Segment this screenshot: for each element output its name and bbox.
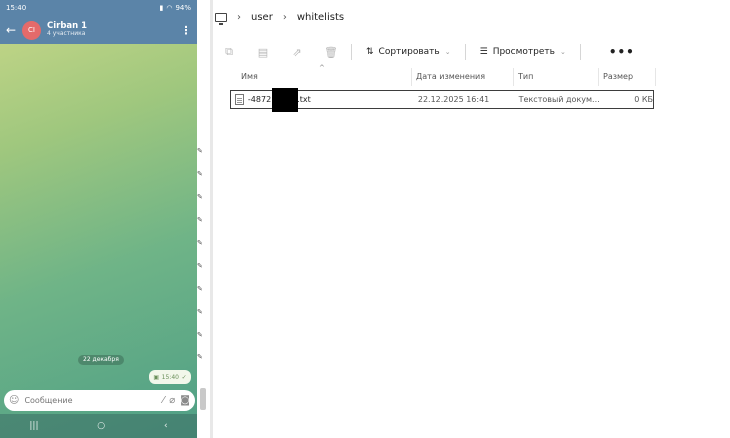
file-explorer: › user › whitelists ⧉ ▤ ⇗ 🗑 ⇅ Сортироват… xyxy=(213,0,730,438)
text-file-icon xyxy=(235,94,244,105)
read-check-icon: ✓ xyxy=(181,373,187,381)
view-label: Просмотреть xyxy=(492,47,555,57)
phone-status-bar: 15:40 ▮ ◠ 94% xyxy=(0,0,197,16)
rename-icon[interactable]: ▤ xyxy=(253,46,273,59)
message-time: 15:40 xyxy=(161,373,179,381)
message-bubble[interactable]: ▣ 15:40 ✓ xyxy=(149,370,191,384)
signal-icon: ▮ xyxy=(159,4,164,12)
home-icon[interactable]: ○ xyxy=(97,421,105,431)
chevron-down-icon: ⌄ xyxy=(559,48,566,56)
view-button[interactable]: ☰ Просмотреть ⌄ xyxy=(476,47,570,57)
pin-icon[interactable]: ✎ xyxy=(197,239,203,247)
file-name: -4872 .txt xyxy=(247,88,416,112)
pin-icon[interactable]: ✎ xyxy=(197,170,203,178)
sort-button[interactable]: ⇅ Сортировать ⌄ xyxy=(362,47,455,57)
pin-icon[interactable]: ✎ xyxy=(197,308,203,316)
redaction-box xyxy=(271,88,298,112)
back-arrow-icon[interactable]: ← xyxy=(0,23,22,37)
chat-members-count: 4 участника xyxy=(47,30,86,38)
breadcrumb-whitelists[interactable]: whitelists xyxy=(297,12,344,23)
pin-icon[interactable]: ✎ xyxy=(197,285,203,293)
command-icon[interactable]: ⁄ xyxy=(163,395,165,406)
file-name-end: .txt xyxy=(297,95,311,104)
nav-back-icon[interactable]: ‹ xyxy=(164,421,168,431)
copy-icon[interactable]: ⧉ xyxy=(219,45,239,59)
file-date: 22.12.2025 16:41 xyxy=(417,95,490,104)
pin-icon[interactable]: ✎ xyxy=(197,331,203,339)
column-header-size[interactable]: Размер xyxy=(599,68,656,86)
toolbar-separator xyxy=(351,44,352,60)
chevron-right-icon[interactable]: › xyxy=(237,12,241,23)
column-headers: Имя Дата изменения Тип Размер xyxy=(231,68,656,86)
file-row[interactable]: -4872 .txt 22.12.2025 16:41 Текстовый док… xyxy=(230,88,654,112)
pin-icon[interactable]: ✎ xyxy=(197,216,203,224)
address-bar[interactable]: › user › whitelists xyxy=(213,0,730,34)
column-header-date[interactable]: Дата изменения xyxy=(412,68,514,86)
pin-icon[interactable]: ✎ xyxy=(197,353,203,361)
wifi-icon: ◠ xyxy=(166,4,173,12)
camera-icon[interactable]: ◙ xyxy=(180,395,190,406)
chevron-down-icon: ⌄ xyxy=(444,48,451,56)
quick-access-strip: ✎ ✎ ✎ ✎ ✎ ✎ ✎ ✎ ✎ ✎ xyxy=(197,0,210,438)
toolbar-separator xyxy=(579,44,581,60)
chevron-right-icon[interactable]: › xyxy=(283,12,287,23)
file-message-icon: ▣ xyxy=(153,373,159,381)
share-icon[interactable]: ⇗ xyxy=(287,46,307,59)
nav-pane-scrollbar[interactable] xyxy=(200,388,206,410)
telegram-phone-window: 15:40 ▮ ◠ 94% ← CI Cirban 1 4 участника … xyxy=(0,0,197,438)
pin-icon[interactable]: ✎ xyxy=(197,262,203,270)
date-divider: 22 декабря xyxy=(78,355,124,365)
more-vertical-icon[interactable]: ⋮ xyxy=(175,24,197,37)
toolbar-separator xyxy=(464,44,466,60)
sort-icon: ⇅ xyxy=(366,47,374,57)
file-size: 0 КБ xyxy=(634,95,654,104)
this-pc-icon[interactable] xyxy=(215,12,227,25)
chat-header: ← CI Cirban 1 4 участника ⋮ xyxy=(0,16,197,44)
more-options-button[interactable]: ••• xyxy=(609,45,635,59)
command-bar: ⧉ ▤ ⇗ 🗑 ⇅ Сортировать ⌄ ☰ Просмотреть ⌄ … xyxy=(213,38,730,66)
column-header-name[interactable]: Имя xyxy=(231,68,412,86)
battery-level: 94% xyxy=(175,4,191,12)
attach-icon[interactable]: ⌀ xyxy=(169,395,175,406)
message-input[interactable] xyxy=(24,396,158,405)
file-name-start: -4872 xyxy=(247,95,272,104)
file-type: Текстовый докум... xyxy=(518,95,600,104)
sort-label: Сортировать xyxy=(378,47,440,57)
view-list-icon: ☰ xyxy=(479,47,488,57)
recent-apps-icon[interactable]: ||| xyxy=(29,421,38,431)
emoji-icon[interactable]: ☺ xyxy=(9,395,19,406)
pin-icon[interactable]: ✎ xyxy=(197,147,203,155)
message-composer: ☺ ⁄ ⌀ ◙ xyxy=(4,390,195,411)
status-time: 15:40 xyxy=(6,4,27,12)
breadcrumb-user[interactable]: user xyxy=(251,12,273,23)
column-header-type[interactable]: Тип xyxy=(514,68,599,86)
android-navigation-bar: ||| ○ ‹ xyxy=(0,414,197,438)
chat-avatar[interactable]: CI xyxy=(22,20,41,40)
chat-title-block[interactable]: Cirban 1 4 участника xyxy=(47,22,175,37)
pin-icon[interactable]: ✎ xyxy=(197,193,203,201)
delete-icon[interactable]: 🗑 xyxy=(321,46,341,59)
